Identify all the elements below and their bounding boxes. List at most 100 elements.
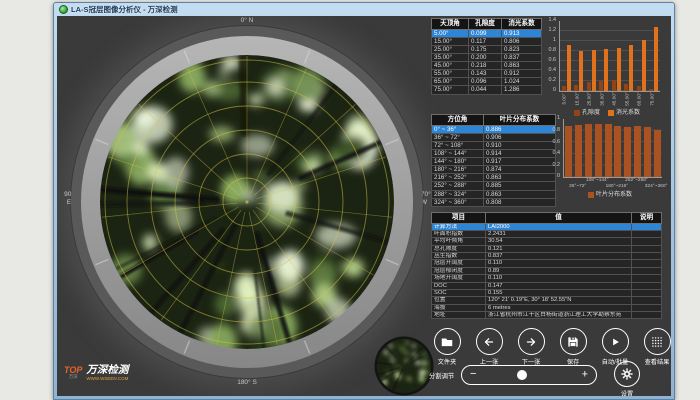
- table-row[interactable]: 108° ~ 144°0.914: [432, 149, 556, 157]
- arrow-left-icon: [482, 335, 496, 349]
- chart-bar: [642, 40, 646, 91]
- table-cell: 108° ~ 144°: [432, 149, 484, 157]
- slider-minus[interactable]: −: [470, 369, 476, 380]
- y-axis-tick-label: 0.6: [551, 140, 560, 145]
- table-cell: 0.096: [469, 78, 502, 86]
- table-cell: [632, 253, 662, 260]
- chart-bar: [595, 124, 602, 177]
- y-axis-tick-label: 0.6: [545, 58, 556, 63]
- table-row[interactable]: 计算方法LAI2000: [432, 223, 662, 230]
- table-row[interactable]: 冠层郁闭度0.89: [432, 267, 662, 274]
- table-cell: 位置: [432, 297, 486, 304]
- settings-button[interactable]: 设置: [606, 361, 648, 396]
- table-cell: 0.863: [484, 174, 556, 182]
- y-axis-tick-label: 0.8: [551, 128, 560, 133]
- table-row[interactable]: 丛生指数0.837: [432, 253, 662, 260]
- table-cell: [632, 282, 662, 289]
- table-cell: 0.823: [502, 45, 542, 53]
- table-row[interactable]: 冠层开阔度0.110: [432, 260, 662, 267]
- table-cell: 6 metres: [486, 304, 632, 311]
- table-cell: 0.89: [486, 267, 632, 274]
- grid-icon: [650, 335, 664, 349]
- y-axis-tick-label: 1: [545, 38, 556, 43]
- table-cell: 0.917: [484, 158, 556, 166]
- table-row[interactable]: 15.00°0.1170.806: [432, 37, 542, 45]
- title-bar[interactable]: LA-S冠层图像分析仪 - 万深检测: [54, 3, 674, 16]
- canopy-fisheye-image[interactable]: [70, 25, 424, 379]
- chart-bar: [604, 49, 608, 91]
- table-row[interactable]: 叶面积指数2.2431: [432, 230, 662, 237]
- table-row[interactable]: 65.00°0.0961.024: [432, 78, 542, 86]
- table-cell: 0.912: [502, 70, 542, 78]
- table-row[interactable]: 252° ~ 288°0.885: [432, 182, 556, 190]
- y-axis-tick-label: 1: [551, 116, 560, 121]
- table-row[interactable]: 场地开阔度0.110: [432, 275, 662, 282]
- column-header: 孔隙度: [469, 19, 502, 30]
- table-row[interactable]: 75.00°0.0441.286: [432, 86, 542, 94]
- folder-button[interactable]: 文件夹: [426, 328, 468, 366]
- y-axis-tick-label: 0.2: [551, 163, 560, 168]
- settings-button-label: 设置: [606, 389, 648, 396]
- play-button[interactable]: 自动/批量: [594, 328, 636, 366]
- table-row[interactable]: 位置120° 21' 0.19"E, 30° 18' 52.55"N: [432, 297, 662, 304]
- table-cell: 地址: [432, 312, 486, 319]
- table-row[interactable]: 55.00°0.1430.912: [432, 70, 542, 78]
- slider-label: 分割调节: [429, 371, 454, 380]
- table-cell: 场地开阔度: [432, 275, 486, 282]
- table-cell: 0.906: [484, 133, 556, 141]
- table-cell: 叶面积指数: [432, 230, 486, 237]
- table-row[interactable]: 144° ~ 180°0.917: [432, 158, 556, 166]
- compass-south-label: 180° S: [167, 379, 327, 387]
- table-row[interactable]: 72° ~ 108°0.910: [432, 141, 556, 149]
- chart-bar: [567, 45, 571, 91]
- table-row[interactable]: 0° ~ 36°0.886: [432, 125, 556, 133]
- table-row[interactable]: 216° ~ 252°0.863: [432, 174, 556, 182]
- column-header: 说明: [632, 213, 662, 224]
- table-row[interactable]: DOC0.147: [432, 282, 662, 289]
- window-title: LA-S冠层图像分析仪 - 万深检测: [71, 4, 178, 15]
- table-cell: 0.110: [486, 260, 632, 267]
- table-row[interactable]: SOC0.155: [432, 289, 662, 296]
- slider-plus[interactable]: +: [582, 369, 588, 380]
- arrow-right-button[interactable]: 下一张: [510, 328, 552, 366]
- table-cell: 0.143: [469, 70, 502, 78]
- table-cell: [632, 275, 662, 282]
- thumbnail-image[interactable]: [374, 336, 434, 396]
- grid-button[interactable]: 查看结果: [636, 328, 671, 366]
- table-row[interactable]: 180° ~ 216°0.874: [432, 166, 556, 174]
- app-icon: [59, 5, 68, 14]
- table-cell: 15.00°: [432, 37, 469, 45]
- table-row[interactable]: 总孔隙度0.121: [432, 245, 662, 252]
- table-row[interactable]: 36° ~ 72°0.906: [432, 133, 556, 141]
- legend-swatch: [588, 192, 594, 198]
- table-row[interactable]: 海拔6 metres: [432, 304, 662, 311]
- x-axis-tick-label: 25.00°: [588, 92, 593, 106]
- table-cell: 0.117: [469, 37, 502, 45]
- arrow-left-button[interactable]: 上一张: [468, 328, 510, 366]
- table-cell: 65.00°: [432, 78, 469, 86]
- split-adjust-slider[interactable]: − +: [461, 365, 597, 385]
- table-cell: 0.837: [486, 253, 632, 260]
- table-row[interactable]: 45.00°0.2180.863: [432, 62, 542, 70]
- leaf-distribution-chart: 00.20.40.60.8136°~72°108°~144°180°~216°2…: [551, 116, 669, 210]
- table-row[interactable]: 288° ~ 324°0.863: [432, 190, 556, 198]
- chart-bar: [614, 126, 621, 177]
- table-row[interactable]: 5.00°0.0990.913: [432, 29, 542, 37]
- porosity-extinction-chart: 00.20.40.60.811.21.45.00°15.00°25.00°35.…: [545, 18, 669, 120]
- y-axis-tick-label: 0: [551, 174, 560, 179]
- x-axis-tick-label: 180°~216°: [606, 185, 629, 190]
- table-row[interactable]: 平均叶倾角30.54: [432, 238, 662, 245]
- table-row[interactable]: 地址浙江省杭州市江干区白杨街道浙江理工大学勘察东苑: [432, 312, 662, 319]
- legend-label: 叶片分布系数: [596, 192, 632, 198]
- table-row[interactable]: 25.00°0.1750.823: [432, 45, 542, 53]
- y-axis-tick-label: 0.4: [545, 68, 556, 73]
- chart-bar: [617, 48, 621, 91]
- table-row[interactable]: 324° ~ 360°0.808: [432, 198, 556, 206]
- table-cell: [632, 289, 662, 296]
- table-cell: 72° ~ 108°: [432, 141, 484, 149]
- slider-knob[interactable]: [517, 370, 527, 380]
- table-row[interactable]: 35.00°0.2000.837: [432, 53, 542, 61]
- table-cell: 45.00°: [432, 62, 469, 70]
- save-button[interactable]: 保存: [552, 328, 594, 366]
- x-axis-tick-label: 55.00°: [625, 92, 630, 106]
